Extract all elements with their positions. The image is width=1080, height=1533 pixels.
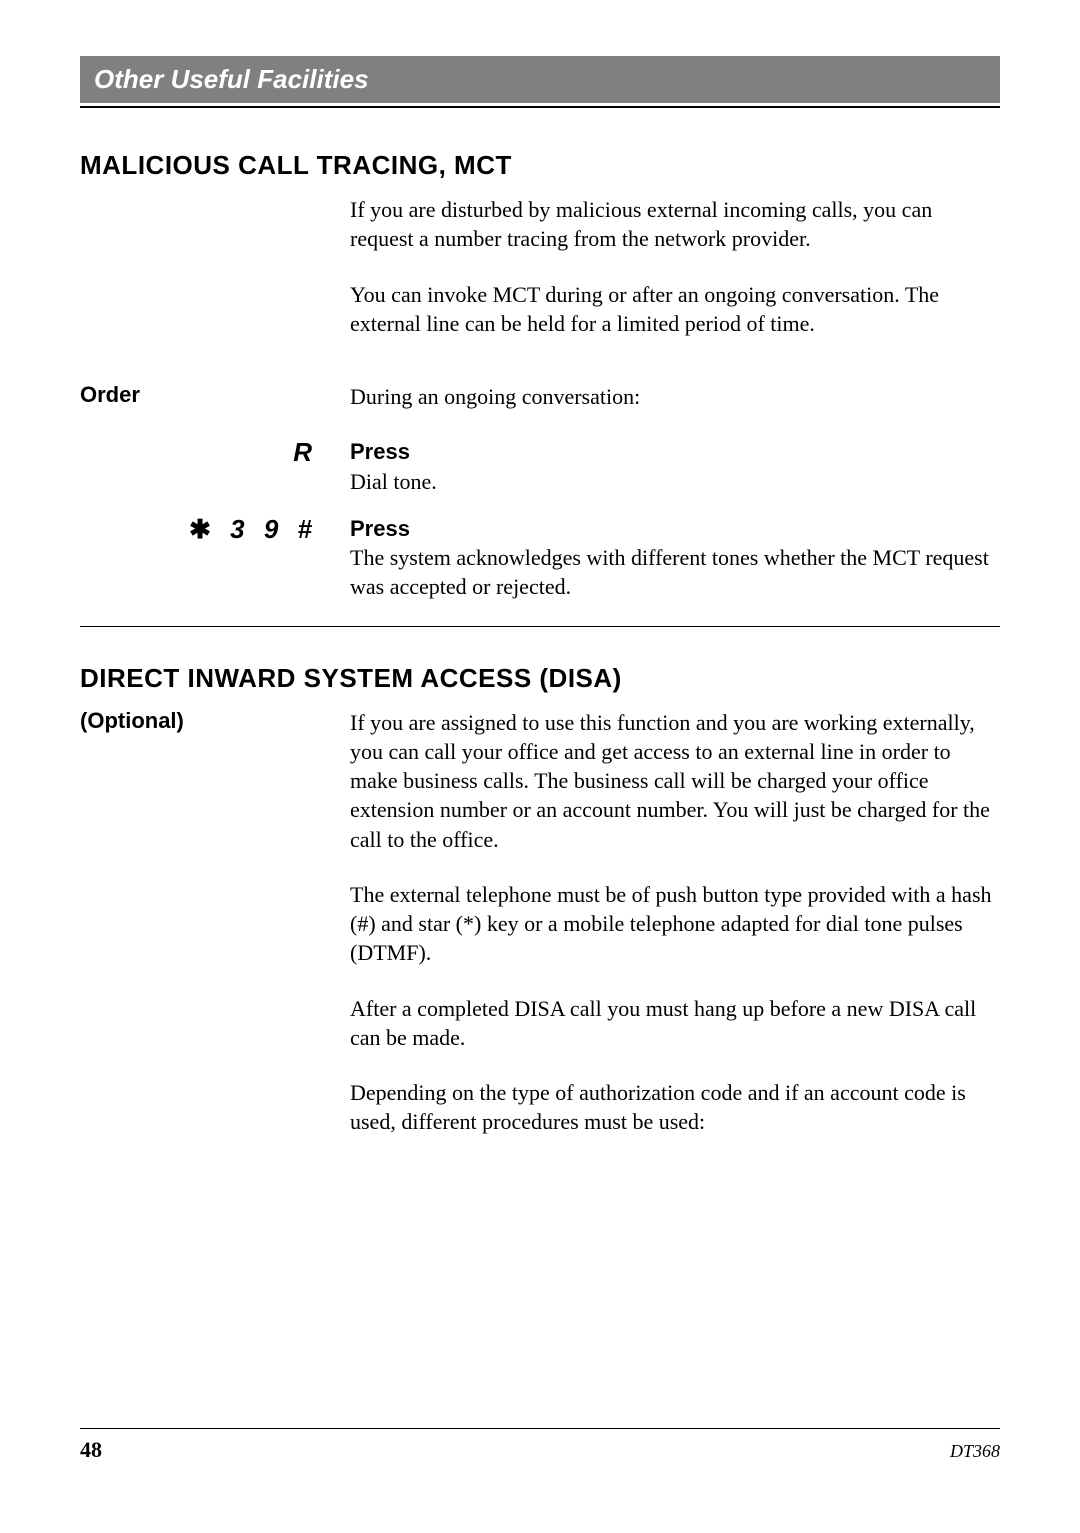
mct-intro-row1: If you are disturbed by malicious extern… [80, 195, 1000, 254]
step2-desc: The system acknowledges with different t… [350, 545, 989, 599]
header-title: Other Useful Facilities [94, 64, 369, 94]
step2-key-rest: 3 9 # [217, 514, 318, 544]
mct-step2: ✱ 3 9 # Press The system acknowledges wi… [80, 514, 1000, 602]
step1-desc: Dial tone. [350, 469, 437, 494]
disa-para4-row: Depending on the type of authorization c… [80, 1078, 1000, 1137]
mct-order-row: Order During an ongoing conversation: [80, 382, 1000, 411]
mct-intro-row2: You can invoke MCT during or after an on… [80, 280, 1000, 339]
footer-line: 48 DT368 [80, 1428, 1000, 1463]
mct-intro1: If you are disturbed by malicious extern… [350, 195, 1000, 254]
step2-key: ✱ 3 9 # [80, 514, 350, 545]
mct-section-title: MALICIOUS CALL TRACING, MCT [80, 150, 1000, 181]
header-bar: Other Useful Facilities [80, 56, 1000, 103]
mct-intro2: You can invoke MCT during or after an on… [350, 280, 1000, 339]
header-underline [80, 106, 1000, 108]
disa-section-title: DIRECT INWARD SYSTEM ACCESS (DISA) [80, 663, 1000, 694]
step1-key: R [80, 437, 350, 468]
footer: 48 DT368 [80, 1428, 1000, 1463]
disa-para1-row: (Optional) If you are assigned to use th… [80, 708, 1000, 854]
disa-para1: If you are assigned to use this function… [350, 708, 1000, 854]
disa-para2-row: The external telephone must be of push b… [80, 880, 1000, 968]
disa-para3: After a completed DISA call you must han… [350, 994, 1000, 1053]
document-id: DT368 [950, 1441, 1000, 1462]
order-text: During an ongoing conversation: [350, 382, 1000, 411]
star-icon: ✱ [189, 514, 217, 544]
step2-content: Press The system acknowledges with diffe… [350, 514, 1000, 602]
mct-step1: R Press Dial tone. [80, 437, 1000, 496]
disa-para3-row: After a completed DISA call you must han… [80, 994, 1000, 1053]
step2-action: Press [350, 516, 410, 541]
page-number: 48 [80, 1437, 102, 1463]
order-label: Order [80, 382, 350, 408]
optional-label: (Optional) [80, 708, 350, 734]
step1-content: Press Dial tone. [350, 437, 1000, 496]
step1-action: Press [350, 439, 410, 464]
disa-para4: Depending on the type of authorization c… [350, 1078, 1000, 1137]
disa-para2: The external telephone must be of push b… [350, 880, 1000, 968]
section-divider [80, 626, 1000, 627]
